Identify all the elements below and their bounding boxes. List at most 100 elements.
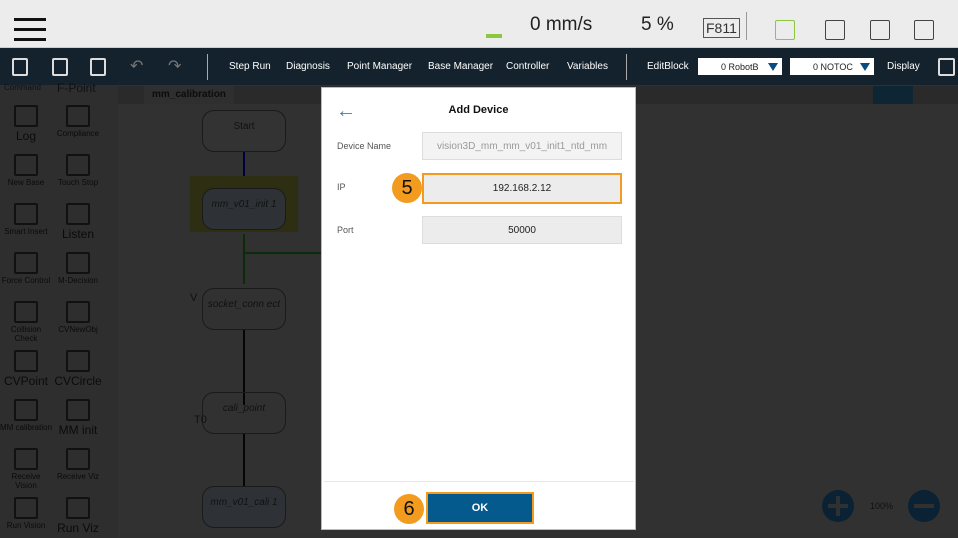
flow-node-cali-point[interactable]: cali_point (202, 392, 286, 434)
f-point-item[interactable]: F-Point (57, 81, 96, 95)
zoom-out-icon[interactable] (908, 490, 940, 522)
port-label: Port (337, 225, 354, 235)
command-cvpoint[interactable]: CVPoint (0, 350, 52, 388)
flow-node-mm-cali[interactable]: mm_v01_cali 1 (202, 486, 286, 528)
top-status-bar: 0 mm/s 5 % F811 (0, 0, 958, 48)
command-force-control[interactable]: Force Control (0, 252, 52, 285)
command-mm-init[interactable]: MM init (52, 399, 104, 437)
node-tag: V (190, 292, 198, 304)
command-icon (66, 252, 90, 274)
redo-icon[interactable]: ↷ (168, 56, 181, 76)
command-smart-insert[interactable]: Smart Insert (0, 203, 52, 236)
command-new-base[interactable]: New Base (0, 154, 52, 187)
device-name-field: vision3D_mm_mm_v01_init1_ntd_mm (422, 132, 622, 160)
command-label: Log (15, 129, 37, 143)
undo-icon[interactable]: ↶ (130, 56, 143, 76)
command-label: Run Viz (57, 521, 99, 535)
command-icon (66, 448, 90, 470)
speed-readout: 0 mm/s (530, 14, 593, 35)
panel-toggle-icon[interactable] (938, 58, 955, 76)
command-icon (14, 350, 38, 372)
command-label: CVCircle (54, 374, 102, 388)
command-cvcircle[interactable]: CVCircle (52, 350, 104, 388)
command-icon (66, 301, 90, 323)
base-manager-button[interactable]: Base Manager (428, 61, 493, 72)
command-icon (66, 154, 90, 176)
command-label: Receive Viz (56, 472, 100, 481)
robot-base-select[interactable]: 0 RobotB (698, 58, 782, 75)
point-manager-button[interactable]: Point Manager (347, 61, 412, 72)
log-icon[interactable] (914, 20, 934, 40)
menu-icon[interactable] (14, 18, 46, 42)
flow-node-socket-connect[interactable]: socket_conn ect (202, 288, 286, 330)
ip-label: IP (337, 182, 346, 192)
command-label: M-Decision (57, 276, 98, 285)
command-label: CVPoint (3, 374, 49, 388)
command-icon (14, 448, 38, 470)
command-listen[interactable]: Listen (52, 203, 104, 241)
command-icon (14, 399, 38, 421)
command-label: New Base (7, 178, 45, 187)
variables-button[interactable]: Variables (567, 61, 608, 72)
command-label: Run Vision (6, 521, 46, 530)
command-label: Compliance (56, 129, 100, 138)
flow-node-mm-init[interactable]: mm_v01_init 1 (202, 188, 286, 230)
command-mm-calibration[interactable]: MM calibration (0, 399, 52, 432)
command-label: Touch Stop (57, 178, 99, 187)
command-compliance[interactable]: Compliance (52, 105, 104, 138)
flow-node-start[interactable]: Start (202, 110, 286, 152)
speed-percent[interactable]: 5 % (641, 14, 674, 36)
command-icon (14, 105, 38, 127)
editblock-button[interactable]: EditBlock (647, 61, 689, 72)
zoom-in-icon[interactable] (822, 490, 854, 522)
connection-icon[interactable] (775, 20, 795, 40)
tab-mm-calibration[interactable]: mm_calibration (144, 86, 234, 104)
command-m-decision[interactable]: M-Decision (52, 252, 104, 285)
command-receive-viz[interactable]: Receive Viz (52, 448, 104, 481)
controller-button[interactable]: Controller (506, 61, 549, 72)
command-receive-vision[interactable]: Receive Vision (0, 448, 52, 490)
zoom-level: 100% (870, 501, 894, 511)
command-label: Command (4, 83, 41, 92)
command-log[interactable]: Log (0, 105, 52, 143)
node-tag: T0 (194, 414, 207, 426)
command-label: Listen (61, 227, 95, 241)
tab-nav-arrows[interactable] (873, 86, 913, 104)
command-label: MM init (58, 423, 98, 437)
command-run-viz[interactable]: Run Viz (52, 497, 104, 535)
step-run-button[interactable]: Step Run (229, 61, 271, 72)
command-label: Receive Vision (11, 472, 41, 490)
command-label: MM calibration (0, 423, 53, 432)
command-icon (14, 497, 38, 519)
controller-icon[interactable] (825, 20, 845, 40)
info-icon[interactable] (870, 20, 890, 40)
port-field[interactable]: 50000 (422, 216, 622, 244)
command-label: CVNewObj (58, 325, 98, 334)
new-project-icon[interactable] (12, 58, 28, 76)
command-label: Collision Check (10, 325, 42, 343)
display-button[interactable]: Display (887, 61, 920, 72)
tool-select[interactable]: 0 NOTOC (790, 58, 874, 75)
dialog-title: Add Device (448, 104, 509, 116)
command-collision-check[interactable]: Collision Check (0, 301, 52, 343)
step-badge: 6 (394, 494, 424, 524)
command-cvnewobj[interactable]: CVNewObj (52, 301, 104, 334)
ip-field[interactable]: 192.168.2.12 (422, 173, 622, 204)
save-project-icon[interactable] (52, 58, 68, 76)
command-icon (66, 350, 90, 372)
command-touch-stop[interactable]: Touch Stop (52, 154, 104, 187)
command-icon (66, 203, 90, 225)
command-icon (14, 203, 38, 225)
command-label: Smart Insert (4, 227, 48, 236)
ok-button[interactable]: OK (426, 492, 534, 524)
step-badge: 5 (392, 173, 422, 203)
open-project-icon[interactable] (90, 58, 106, 76)
diagnosis-button[interactable]: Diagnosis (286, 61, 330, 72)
robot-status-icon (486, 20, 502, 38)
mode-indicator[interactable]: F811 (703, 18, 740, 38)
command-panel: Command F-Point Log Compliance New Base Tou… (0, 81, 118, 538)
add-device-dialog: ← Add Device Device Name vision3D_mm_mm_… (321, 87, 636, 530)
command-label: Force Control (1, 276, 51, 285)
command-run-vision[interactable]: Run Vision (0, 497, 52, 530)
command-icon (66, 497, 90, 519)
